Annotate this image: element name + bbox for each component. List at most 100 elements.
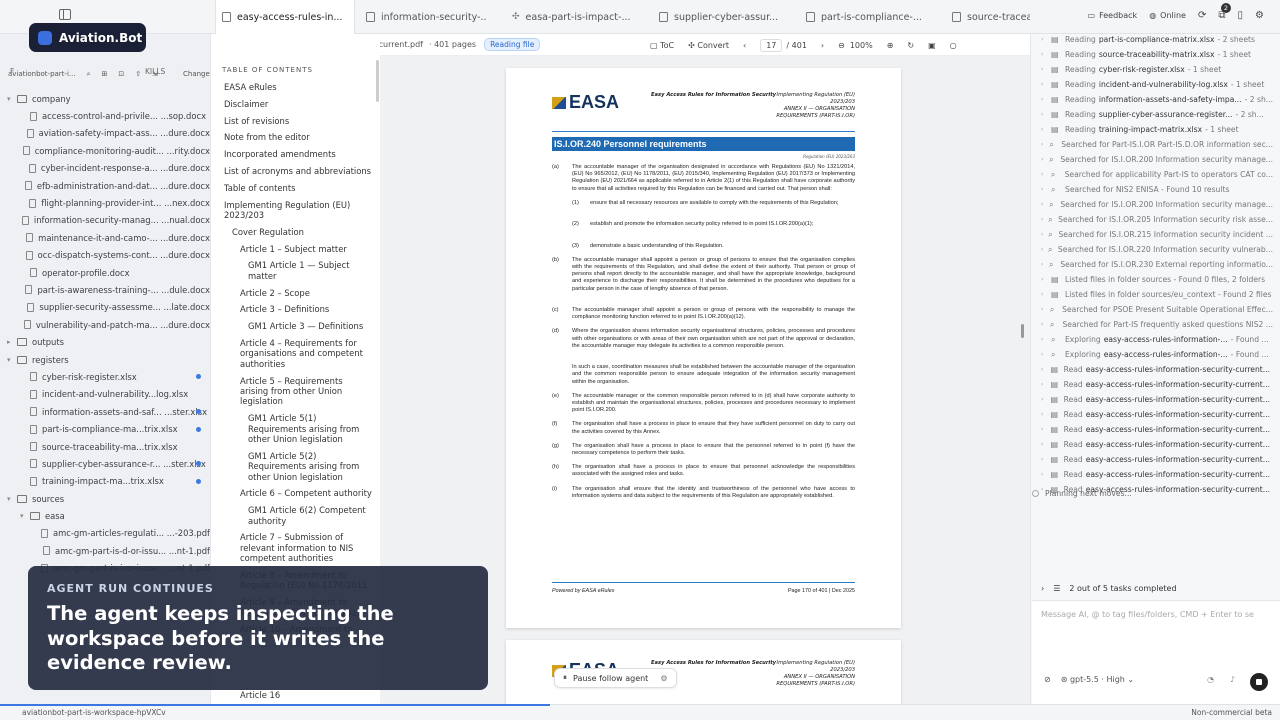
page-number-input[interactable]: 17 bbox=[760, 38, 783, 52]
activity-item[interactable]: › ⌕ Exploring easy-access-rules-information… bbox=[1041, 332, 1273, 347]
message-composer[interactable]: Message AI, @ to tag files/folders, CMD … bbox=[1032, 600, 1280, 704]
toc-item[interactable]: Note from the editor bbox=[224, 132, 372, 142]
new-folder-icon[interactable]: ⊞ bbox=[102, 70, 108, 78]
file-item[interactable]: part-is-awareness-training-... ...dule.d… bbox=[0, 281, 210, 298]
sidebar-toggle-icon[interactable] bbox=[59, 9, 71, 20]
new-file-icon[interactable]: ⊡ bbox=[118, 70, 124, 78]
convert-button[interactable]: ✣ Convert bbox=[688, 41, 729, 50]
toc-item[interactable]: Article 16 bbox=[224, 690, 280, 700]
toc-item[interactable]: Article 5 – Requirements arising from ot… bbox=[224, 376, 372, 407]
toc-item[interactable]: GM1 Article 5(1) Requirements arising fr… bbox=[224, 413, 372, 444]
online-status[interactable]: ◍ Online bbox=[1149, 11, 1186, 20]
notifications-icon[interactable]: ⟳ bbox=[1198, 10, 1206, 21]
activity-item[interactable]: › ▤ Read easy-access-rules-information-secu… bbox=[1041, 467, 1273, 482]
activity-item[interactable]: › ▤ Read easy-access-rules-information-secu… bbox=[1041, 377, 1273, 392]
more-icon[interactable]: ○ bbox=[950, 41, 957, 50]
microphone-icon[interactable]: ♪ bbox=[1230, 675, 1235, 684]
toc-item[interactable]: Incorporated amendments bbox=[224, 149, 372, 159]
file-item[interactable]: efb-administration-and-dat... ...dure.do… bbox=[0, 177, 210, 194]
file-item[interactable]: operator-profile.docx bbox=[0, 264, 210, 281]
folder-item[interactable]: ▾ company bbox=[0, 90, 210, 107]
toc-item[interactable]: Article 3 – Definitions bbox=[224, 304, 372, 314]
activity-item[interactable]: › ▤ Listed files in folder sources/eu_cont… bbox=[1041, 287, 1273, 302]
activity-item[interactable]: › ⌕ Searched for IS.I.OR.200 Information s… bbox=[1041, 197, 1273, 212]
tab-document-5[interactable]: source-tracea bbox=[952, 0, 1030, 34]
settings-icon[interactable]: ⚙ bbox=[1255, 10, 1264, 21]
toc-item[interactable]: Article 1 – Subject matter bbox=[224, 244, 372, 254]
zoom-in-icon[interactable]: ⊕ bbox=[887, 41, 894, 50]
toc-item[interactable]: Table of contents bbox=[224, 183, 372, 193]
activity-item[interactable]: › ⌕ Searched for IS.I.OR.205 Information s… bbox=[1041, 212, 1273, 227]
layout-icon[interactable]: ▯ bbox=[1238, 10, 1244, 21]
activity-item[interactable]: › ⌕ Searched for Part-IS.I.OR Part-IS.D.OR… bbox=[1041, 137, 1273, 152]
activity-item[interactable]: › ▤ Read easy-access-rules-information-secu… bbox=[1041, 422, 1273, 437]
activity-item[interactable]: › ⌕ Searched for Part-IS frequently asked … bbox=[1041, 317, 1273, 332]
activity-item[interactable]: › ▤ Reading incident-and-vulnerability-log.… bbox=[1041, 77, 1273, 92]
toc-item[interactable]: Article 7 – Submission of relevant infor… bbox=[224, 532, 372, 563]
file-item[interactable]: maintenance-it-and-camo-... ...dure.docx bbox=[0, 229, 210, 246]
upload-icon[interactable]: ⇧ bbox=[135, 70, 141, 78]
task-progress[interactable]: › ☰ 2 out of 5 tasks completed bbox=[1041, 584, 1177, 593]
search-icon[interactable]: ⌕ bbox=[87, 70, 91, 79]
activity-item[interactable]: › ▤ Reading cyber-risk-register.xlsx - 1 she… bbox=[1041, 62, 1273, 77]
toc-item[interactable]: GM1 Article 6(2) Competent authority bbox=[224, 505, 372, 526]
tab-document-4[interactable]: part-is-compliance-... bbox=[806, 0, 926, 34]
zoom-out-icon[interactable]: ⊖ bbox=[838, 41, 845, 50]
tab-document-1[interactable]: information-security-... bbox=[366, 0, 486, 34]
activity-item[interactable]: › ⌕ Exploring easy-access-rules-information… bbox=[1041, 347, 1273, 362]
activity-item[interactable]: › ▤ Read easy-access-rules-information-secu… bbox=[1041, 437, 1273, 452]
history-icon[interactable]: ◔ bbox=[1207, 675, 1214, 684]
file-item[interactable]: vulnerability-and-patch-ma... ...dure.do… bbox=[0, 316, 210, 333]
next-page-button[interactable]: › bbox=[821, 41, 824, 50]
file-item[interactable]: supplier-cyber-assurance-r... ...ster.xl… bbox=[0, 455, 210, 472]
folder-item[interactable]: ▸ outputs bbox=[0, 333, 210, 350]
activity-item[interactable]: › ⌕ Searched for IS.I.OR.215 Information s… bbox=[1041, 227, 1273, 242]
save-icon[interactable]: ▣ bbox=[928, 41, 936, 50]
activity-item[interactable]: › ▤ Listed files in folder sources - Found… bbox=[1041, 272, 1273, 287]
model-selector[interactable]: ⊛ gpt-5.5 · High ⌄ bbox=[1061, 675, 1134, 684]
toc-button[interactable]: ▢ ToC bbox=[650, 41, 674, 50]
attach-icon[interactable]: ⊘ bbox=[1044, 675, 1051, 684]
toc-item[interactable]: Disclaimer bbox=[224, 99, 372, 109]
toc-item[interactable]: Cover Regulation bbox=[224, 227, 372, 237]
toc-item[interactable]: Implementing Regulation (EU) 2023/203 bbox=[224, 200, 372, 221]
file-item[interactable]: training-impact-ma...trix.xlsx bbox=[0, 473, 210, 490]
folder-item[interactable]: ▾ registers bbox=[0, 351, 210, 368]
activity-item[interactable]: › ▤ Reading part-is-compliance-matrix.xlsx -… bbox=[1041, 32, 1273, 47]
activity-item[interactable]: › ▤ Read easy-access-rules-information-secu… bbox=[1041, 392, 1273, 407]
toc-item[interactable]: List of acronyms and abbreviations bbox=[224, 166, 372, 176]
refresh-icon[interactable]: ↻ bbox=[907, 41, 914, 50]
file-item[interactable]: supplier-security-assessme... ...late.do… bbox=[0, 299, 210, 316]
file-item[interactable]: information-assets-and-saf... ...ster.xl… bbox=[0, 403, 210, 420]
gear-icon[interactable]: ⚙ bbox=[660, 674, 667, 683]
folder-item[interactable]: ▾ sources bbox=[0, 490, 210, 507]
activity-item[interactable]: › ⌕ Searched for IS.I.OR.220 Information s… bbox=[1041, 242, 1273, 257]
toc-item[interactable]: EASA eRules bbox=[224, 82, 372, 92]
file-item[interactable]: access-control-and-privile... ...sop.doc… bbox=[0, 107, 210, 124]
file-item[interactable]: source-traceability-ma...trix.xlsx bbox=[0, 438, 210, 455]
file-item[interactable]: information-security-manag... ...nual.do… bbox=[0, 212, 210, 229]
file-item[interactable]: part-is-compliance-ma...trix.xlsx bbox=[0, 420, 210, 437]
file-item[interactable]: amc-gm-articles-regulati... ...-203.pdf bbox=[0, 525, 210, 542]
activity-item[interactable]: › ⌕ Searched for PSOE Present Suitable Ope… bbox=[1041, 302, 1273, 317]
pause-follow-agent-button[interactable]: ⏸ Pause follow agent ⚙ bbox=[554, 668, 677, 688]
folder-item[interactable]: ▾ easa bbox=[0, 507, 210, 524]
toc-scrollbar[interactable] bbox=[376, 60, 379, 102]
activity-item[interactable]: › ▤ Reading training-impact-matrix.xlsx - 1 … bbox=[1041, 122, 1273, 137]
toc-item[interactable]: GM1 Article 3 — Definitions bbox=[224, 321, 372, 331]
activity-item[interactable]: › ▤ Reading supplier-cyber-assurance-regist… bbox=[1041, 107, 1273, 122]
close-icon[interactable]: × bbox=[352, 12, 354, 23]
file-item[interactable]: aviation-safety-impact-ass... ...dure.do… bbox=[0, 125, 210, 142]
activity-item[interactable]: › ⌕ Searched for IS.I.OR.200 Information s… bbox=[1041, 152, 1273, 167]
toc-item[interactable]: Article 6 – Competent authority bbox=[224, 488, 372, 498]
toc-item[interactable]: Article 4 – Requirements for organisatio… bbox=[224, 338, 372, 369]
file-item[interactable]: cyber-risk-register.xlsx bbox=[0, 368, 210, 385]
tab-document-0[interactable]: easy-access-rules-in... × bbox=[215, 0, 355, 34]
activity-item[interactable]: › ⌕ Searched for NIS2 ENISA - Found 10 res… bbox=[1041, 182, 1273, 197]
change-workspace-button[interactable]: Change bbox=[183, 70, 210, 78]
file-item[interactable]: incident-and-vulnerability...log.xlsx bbox=[0, 386, 210, 403]
collapse-icon[interactable]: ⇲ bbox=[152, 70, 158, 78]
toc-item[interactable]: GM1 Article 1 — Subject matter bbox=[224, 260, 372, 281]
file-item[interactable]: flight-planning-provider-int... ...nex.d… bbox=[0, 194, 210, 211]
stop-button[interactable] bbox=[1250, 673, 1268, 691]
